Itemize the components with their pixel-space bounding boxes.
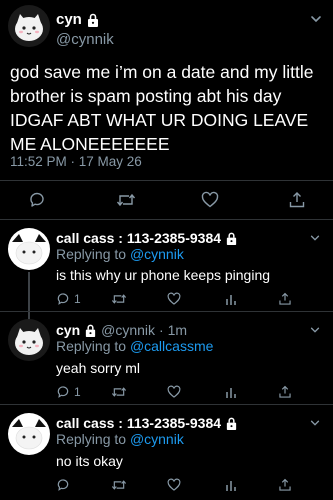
reply-button[interactable]: 1 [56, 385, 81, 399]
main-tweet: cyn @cynnik god save me i’m on a date an… [0, 0, 333, 220]
reply-tweet[interactable]: cyn @cynnik · 1m Replying to @callcassme… [0, 313, 333, 405]
divider [0, 311, 333, 312]
display-name[interactable]: call cass : 113-2385-9384 [56, 415, 221, 431]
analytics-icon[interactable] [224, 385, 238, 399]
reply-header: call cass : 113-2385-9384 [56, 415, 242, 431]
lock-icon [225, 232, 238, 245]
reply-button[interactable]: 1 [56, 292, 81, 306]
display-name[interactable]: cyn [56, 11, 82, 28]
replying-to: Replying to @cynnik [56, 431, 184, 447]
like-icon[interactable] [167, 385, 181, 399]
reply-icon [56, 385, 70, 399]
replying-to-prefix: Replying to [56, 338, 127, 354]
retweet-icon[interactable] [116, 191, 136, 209]
mention-link[interactable]: @cynnik [130, 431, 184, 447]
replying-to-prefix: Replying to [56, 431, 127, 447]
action-bar [0, 191, 333, 215]
reply-count: 1 [74, 385, 81, 399]
share-icon[interactable] [278, 385, 292, 399]
avatar[interactable] [8, 413, 50, 455]
display-name[interactable]: call cass : 113-2385-9384 [56, 230, 221, 246]
tweet-text: god save me i’m on a date and my little … [10, 62, 314, 154]
share-icon[interactable] [278, 478, 292, 492]
retweet-icon[interactable] [111, 292, 127, 306]
avatar[interactable] [8, 228, 50, 270]
retweet-icon[interactable] [111, 478, 127, 492]
avatar[interactable] [8, 319, 50, 361]
display-name-row[interactable]: cyn [56, 11, 100, 28]
like-icon[interactable] [167, 292, 181, 306]
timestamp[interactable]: 11:52 PM · 17 May 26 [10, 154, 142, 169]
lock-icon [225, 417, 238, 430]
avatar[interactable] [8, 5, 50, 47]
display-name[interactable]: cyn [56, 322, 80, 338]
reply-header: call cass : 113-2385-9384 [56, 230, 242, 246]
analytics-icon[interactable] [224, 292, 238, 306]
retweet-icon[interactable] [111, 385, 127, 399]
reply-tweet[interactable]: call cass : 113-2385-9384 Replying to @c… [0, 220, 333, 320]
action-bar: 1 [56, 292, 296, 308]
reply-button[interactable] [56, 478, 74, 492]
mention-link[interactable]: @cynnik [130, 246, 184, 262]
reply-header: cyn @cynnik · 1m [56, 322, 187, 338]
lock-icon [86, 13, 100, 27]
action-bar [56, 478, 296, 494]
reply-count: 1 [74, 292, 81, 306]
share-icon[interactable] [288, 191, 306, 209]
chevron-down-icon[interactable] [309, 12, 323, 26]
chevron-down-icon[interactable] [309, 232, 321, 244]
reply-text: is this why ur phone keeps pinging [56, 267, 271, 283]
action-bar: 1 [56, 385, 296, 401]
like-icon[interactable] [201, 191, 219, 209]
chevron-down-icon[interactable] [309, 417, 321, 429]
replying-to: Replying to @callcassme [56, 338, 213, 354]
reply-icon[interactable] [28, 191, 46, 209]
reply-text: yeah sorry ml [56, 360, 141, 376]
divider [0, 180, 333, 181]
chevron-down-icon[interactable] [309, 324, 321, 336]
handle[interactable]: @cynnik [56, 31, 114, 48]
lock-icon [84, 324, 97, 337]
analytics-icon[interactable] [224, 478, 238, 492]
mention-link[interactable]: @callcassme [130, 338, 213, 354]
replying-to: Replying to @cynnik [56, 246, 184, 262]
reply-tweet[interactable]: call cass : 113-2385-9384 Replying to @c… [0, 405, 333, 500]
reply-icon [56, 292, 70, 306]
share-icon[interactable] [278, 292, 292, 306]
reply-icon [56, 478, 70, 492]
like-icon[interactable] [167, 478, 181, 492]
replying-to-prefix: Replying to [56, 246, 127, 262]
reply-time[interactable]: · 1m [159, 322, 187, 338]
reply-text: no its okay [56, 453, 123, 469]
handle[interactable]: @cynnik [101, 322, 155, 338]
